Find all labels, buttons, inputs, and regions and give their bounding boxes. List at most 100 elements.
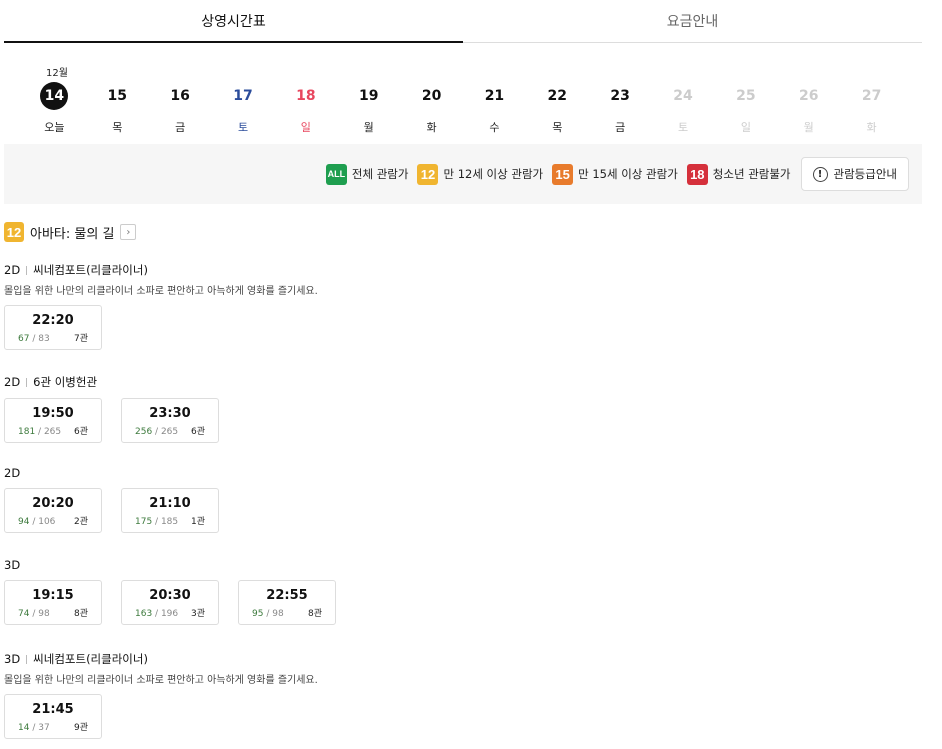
seats-available: 67 — [18, 334, 30, 344]
seat-count: 74 / 98 — [18, 609, 50, 619]
hall-number: 1관 — [190, 517, 205, 527]
showtime-button[interactable]: 19:15 74 / 98 8관 — [4, 580, 102, 625]
movie-title[interactable]: 아바타: 물의 길 — [30, 223, 114, 242]
showtime-button[interactable]: 21:10 175 / 185 1관 — [121, 488, 219, 533]
showtime-list: 21:45 14 / 37 9관 — [4, 694, 318, 739]
showtime-time: 23:30 — [149, 406, 191, 421]
tab-showtimes[interactable]: 상영시간표 — [4, 0, 463, 43]
showtime-time: 20:30 — [149, 588, 191, 603]
tab-bar: 상영시간표 요금안내 — [4, 0, 922, 43]
showtime-button[interactable]: 22:20 67 / 83 7관 — [4, 305, 102, 350]
showtime-group: 2D 씨네컴포트(리클라이너) 몰입을 위한 나만의 리클라이너 소파로 편안하고 … — [4, 262, 318, 350]
hall-number: 6관 — [73, 427, 88, 437]
showtime-list: 19:50 181 / 265 6관 23:30 256 / 265 6관 — [4, 398, 238, 443]
date-number: 25 — [736, 88, 756, 104]
date-weekday: 오늘 — [44, 121, 65, 134]
movie-header: 12 아바타: 물의 길 › — [4, 222, 137, 242]
showtime-button[interactable]: 20:30 163 / 196 3관 — [121, 580, 219, 625]
showtime-group: 2D 20:20 94 / 106 2관 21:10 175 / 185 1관 — [4, 466, 238, 533]
date-number: 21 — [484, 88, 505, 104]
rating-guide-button[interactable]: ! 관람등급안내 — [800, 157, 909, 191]
format-row: 3D — [4, 558, 355, 572]
seat-count: 94 / 106 — [18, 517, 56, 527]
date-item[interactable]: 19 월 — [337, 82, 400, 135]
showtime-list: 19:15 74 / 98 8관 20:30 163 / 196 3관 22:55 95 / … — [4, 580, 355, 625]
screen-format: 3D — [4, 558, 21, 572]
rating-legend: ALL 전체 관람가 12 만 12세 이상 관람가 15 만 15세 이상 관… — [4, 144, 922, 204]
tab-pricing[interactable]: 요금안내 — [463, 0, 922, 42]
date-weekday: 일 — [740, 121, 751, 134]
hall-number: 8관 — [307, 609, 322, 619]
seats-total: 98 — [38, 609, 50, 619]
showtime-time: 19:15 — [32, 588, 74, 603]
date-item[interactable]: 17 토 — [212, 82, 275, 135]
date-item[interactable]: 22 목 — [526, 82, 589, 135]
showtime-time: 19:50 — [32, 406, 74, 421]
showtime-button[interactable]: 19:50 181 / 265 6관 — [4, 398, 102, 443]
divider — [26, 377, 28, 387]
format-row: 3D 씨네컴포트(리클라이너) — [4, 651, 318, 667]
screen-format: 3D — [4, 652, 21, 666]
showtime-time: 21:45 — [32, 702, 74, 717]
date-item: 26 월 — [777, 82, 840, 135]
rating-18-badge: 18 — [686, 163, 708, 185]
rating-18-label: 청소년 관람불가 — [712, 167, 791, 181]
showtime-time: 22:55 — [266, 588, 308, 603]
showtime-group: 3D 씨네컴포트(리클라이너) 몰입을 위한 나만의 리클라이너 소파로 편안하고 … — [4, 651, 318, 739]
format-row: 2D 씨네컴포트(리클라이너) — [4, 262, 318, 278]
date-number: 18 — [296, 88, 316, 104]
showtime-button[interactable]: 22:55 95 / 98 8관 — [238, 580, 336, 625]
rating-15: 15 만 15세 이상 관람가 — [552, 163, 678, 185]
date-item[interactable]: 20 화 — [400, 82, 463, 135]
chevron-right-icon[interactable]: › — [120, 224, 137, 240]
showtime-time: 20:20 — [32, 496, 74, 511]
date-number: 22 — [547, 88, 568, 104]
seat-count: 95 / 98 — [252, 609, 284, 619]
divider — [26, 265, 28, 275]
date-weekday: 목 — [112, 121, 123, 134]
seat-count: 256 / 265 — [135, 427, 179, 437]
hall-number: 2관 — [73, 517, 88, 527]
date-item[interactable]: 14 오늘 — [23, 82, 86, 135]
seats-available: 74 — [18, 609, 30, 619]
date-number: 15 — [107, 88, 128, 104]
seats-total: 265 — [43, 427, 62, 437]
date-weekday: 화 — [426, 121, 437, 134]
showtime-time: 21:10 — [149, 496, 191, 511]
showtime-group: 2D 6관 이병헌관 19:50 181 / 265 6관 23:30 256 / 265 6… — [4, 374, 238, 443]
seat-count: 67 / 83 — [18, 334, 50, 344]
divider — [26, 654, 28, 664]
date-item[interactable]: 23 금 — [589, 82, 652, 135]
showtime-button[interactable]: 21:45 14 / 37 9관 — [4, 694, 102, 739]
showtime-group: 3D 19:15 74 / 98 8관 20:30 163 / 196 3관 22:55 95 … — [4, 558, 355, 625]
date-weekday: 화 — [866, 121, 877, 134]
month-label: 12월 — [46, 68, 68, 79]
date-weekday: 월 — [803, 121, 814, 134]
date-weekday: 일 — [300, 121, 311, 134]
format-row: 2D 6관 이병헌관 — [4, 374, 238, 390]
date-number: 20 — [421, 88, 442, 104]
seat-count: 181 / 265 — [18, 427, 62, 437]
date-number: 27 — [861, 88, 882, 104]
movie-rating-badge: 12 — [4, 222, 24, 242]
showtime-button[interactable]: 23:30 256 / 265 6관 — [121, 398, 219, 443]
date-item[interactable]: 16 금 — [149, 82, 212, 135]
date-number: 23 — [610, 88, 630, 104]
date-number: 16 — [170, 88, 190, 104]
date-item[interactable]: 15 목 — [86, 82, 149, 135]
date-item[interactable]: 21 수 — [463, 82, 526, 135]
date-item[interactable]: 18 일 — [274, 82, 337, 135]
screen-format: 2D — [4, 466, 21, 480]
hall-number: 6관 — [190, 427, 205, 437]
rating-all-badge: ALL — [325, 163, 347, 185]
date-item: 24 토 — [652, 82, 715, 135]
seats-available: 256 — [135, 427, 153, 437]
seats-available: 94 — [18, 517, 30, 527]
date-weekday: 금 — [175, 121, 186, 134]
info-icon: ! — [812, 166, 828, 182]
rating-15-label: 만 15세 이상 관람가 — [578, 167, 678, 181]
showtime-button[interactable]: 20:20 94 / 106 2관 — [4, 488, 102, 533]
seats-total: 37 — [38, 723, 50, 733]
seats-total: 196 — [160, 609, 179, 619]
rating-15-badge: 15 — [552, 163, 574, 185]
